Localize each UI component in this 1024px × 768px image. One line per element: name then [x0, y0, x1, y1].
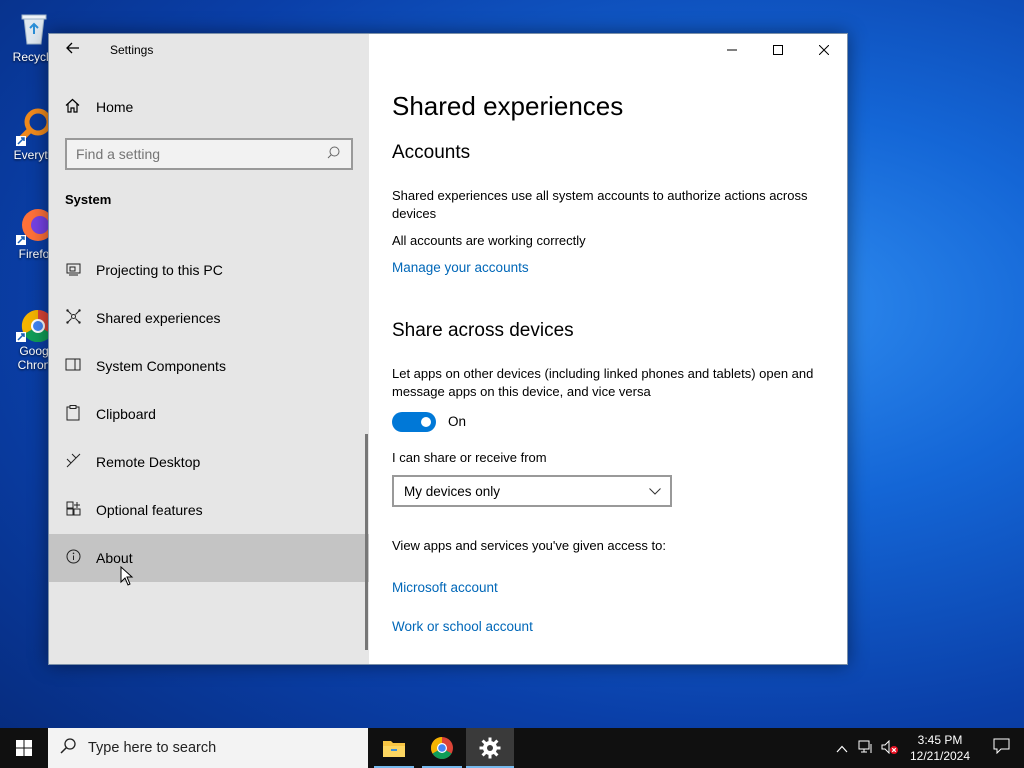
folder-icon	[383, 741, 405, 757]
taskbar-settings[interactable]	[466, 728, 514, 768]
nav-item-shared-experiences[interactable]: Shared experiences	[49, 294, 369, 342]
mouse-cursor-icon	[120, 565, 134, 591]
nav-item-label: Optional features	[96, 502, 203, 518]
remote-desktop-icon	[65, 453, 81, 471]
action-center-button[interactable]	[978, 738, 1024, 758]
nav-item-optional-features[interactable]: Optional features	[49, 486, 369, 534]
clipboard-icon	[65, 404, 81, 424]
page-title: Shared experiences	[392, 91, 624, 121]
taskbar-chrome[interactable]	[418, 728, 466, 768]
components-icon	[65, 358, 81, 374]
nav-item-label: Projecting to this PC	[96, 262, 223, 278]
home-label: Home	[96, 99, 134, 115]
network-icon	[858, 740, 872, 753]
manage-accounts-link[interactable]: Manage your accounts	[392, 260, 529, 275]
show-hidden-icons-button[interactable]	[830, 741, 854, 756]
taskbar: Type here to search 3:45 PM 12/21/2024	[0, 728, 1024, 768]
notification-icon	[993, 738, 1009, 755]
nav-item-clipboard[interactable]: Clipboard	[49, 390, 369, 438]
settings-content: Shared experiences Accounts Shared exper…	[369, 34, 847, 664]
search-icon	[48, 737, 88, 759]
accounts-description: Shared experiences use all system accoun…	[392, 188, 808, 221]
window-controls	[709, 34, 847, 66]
accounts-status: All accounts are working correctly	[392, 233, 586, 248]
nav-item-about[interactable]: About	[49, 534, 369, 582]
nav-item-system-components[interactable]: System Components	[49, 342, 369, 390]
clock-date: 12/21/2024	[909, 749, 971, 763]
accounts-heading: Accounts	[392, 142, 471, 163]
section-heading: System	[65, 192, 112, 207]
chevron-down-icon	[640, 484, 670, 498]
maximize-button[interactable]	[755, 34, 801, 66]
back-button[interactable]	[61, 40, 85, 60]
microsoft-account-link[interactable]: Microsoft account	[392, 580, 498, 595]
share-description: Let apps on other devices (including lin…	[392, 366, 814, 399]
home-nav-item[interactable]: Home	[49, 90, 369, 124]
taskbar-search-placeholder: Type here to search	[88, 740, 217, 756]
chevron-up-icon	[836, 745, 848, 752]
start-button[interactable]	[0, 728, 48, 768]
nav-item-label: Clipboard	[96, 406, 156, 422]
share-across-devices-heading: Share across devices	[392, 320, 574, 341]
toggle-knob	[421, 417, 431, 427]
taskbar-clock[interactable]: 3:45 PM 12/21/2024	[902, 732, 978, 764]
chrome-icon	[431, 737, 453, 759]
nav-item-projecting[interactable]: Projecting to this PC	[49, 246, 369, 294]
share-receive-dropdown[interactable]: My devices only	[392, 475, 672, 507]
nav-item-label: Remote Desktop	[96, 454, 201, 470]
app-title: Settings	[110, 43, 154, 57]
settings-nav-list: Projecting to this PC Shared experiences…	[49, 246, 369, 582]
sidebar-scrollbar[interactable]	[365, 434, 368, 650]
clock-time: 3:45 PM	[917, 733, 963, 747]
back-arrow-icon	[66, 42, 79, 54]
volume-muted-icon	[881, 739, 898, 754]
volume-button[interactable]	[878, 739, 902, 757]
dropdown-value: My devices only	[404, 483, 501, 499]
gear-icon	[479, 737, 501, 759]
settings-sidebar: Settings Home System Projecting to this …	[49, 34, 369, 664]
search-icon	[327, 146, 351, 162]
close-button[interactable]	[801, 34, 847, 66]
settings-window: Settings Home System Projecting to this …	[48, 33, 848, 665]
taskbar-search-box[interactable]: Type here to search	[48, 728, 368, 768]
nav-item-label: System Components	[96, 358, 226, 374]
share-receive-label: I can share or receive from	[392, 450, 547, 465]
find-setting-input[interactable]	[67, 146, 327, 162]
nav-item-label: Shared experiences	[96, 310, 221, 326]
minimize-icon	[727, 49, 737, 51]
windows-logo-icon	[16, 740, 32, 756]
access-label: View apps and services you've given acce…	[392, 538, 666, 553]
nav-item-label: About	[96, 550, 133, 566]
find-setting-search[interactable]	[65, 138, 353, 170]
projector-icon	[65, 262, 81, 279]
home-icon	[65, 98, 81, 116]
network-button[interactable]	[854, 740, 878, 757]
taskbar-file-explorer[interactable]	[370, 728, 418, 768]
minimize-button[interactable]	[709, 34, 755, 66]
work-school-account-link[interactable]: Work or school account	[392, 619, 533, 634]
titlebar: Settings	[49, 34, 369, 66]
share-across-devices-toggle[interactable]	[392, 412, 436, 432]
maximize-icon	[773, 45, 783, 55]
close-icon	[819, 45, 829, 55]
shared-experiences-icon	[65, 309, 81, 327]
nav-item-remote-desktop[interactable]: Remote Desktop	[49, 438, 369, 486]
system-tray: 3:45 PM 12/21/2024	[830, 728, 1024, 768]
info-icon	[65, 549, 81, 567]
toggle-state-label: On	[448, 414, 467, 429]
optional-features-icon	[65, 501, 81, 519]
